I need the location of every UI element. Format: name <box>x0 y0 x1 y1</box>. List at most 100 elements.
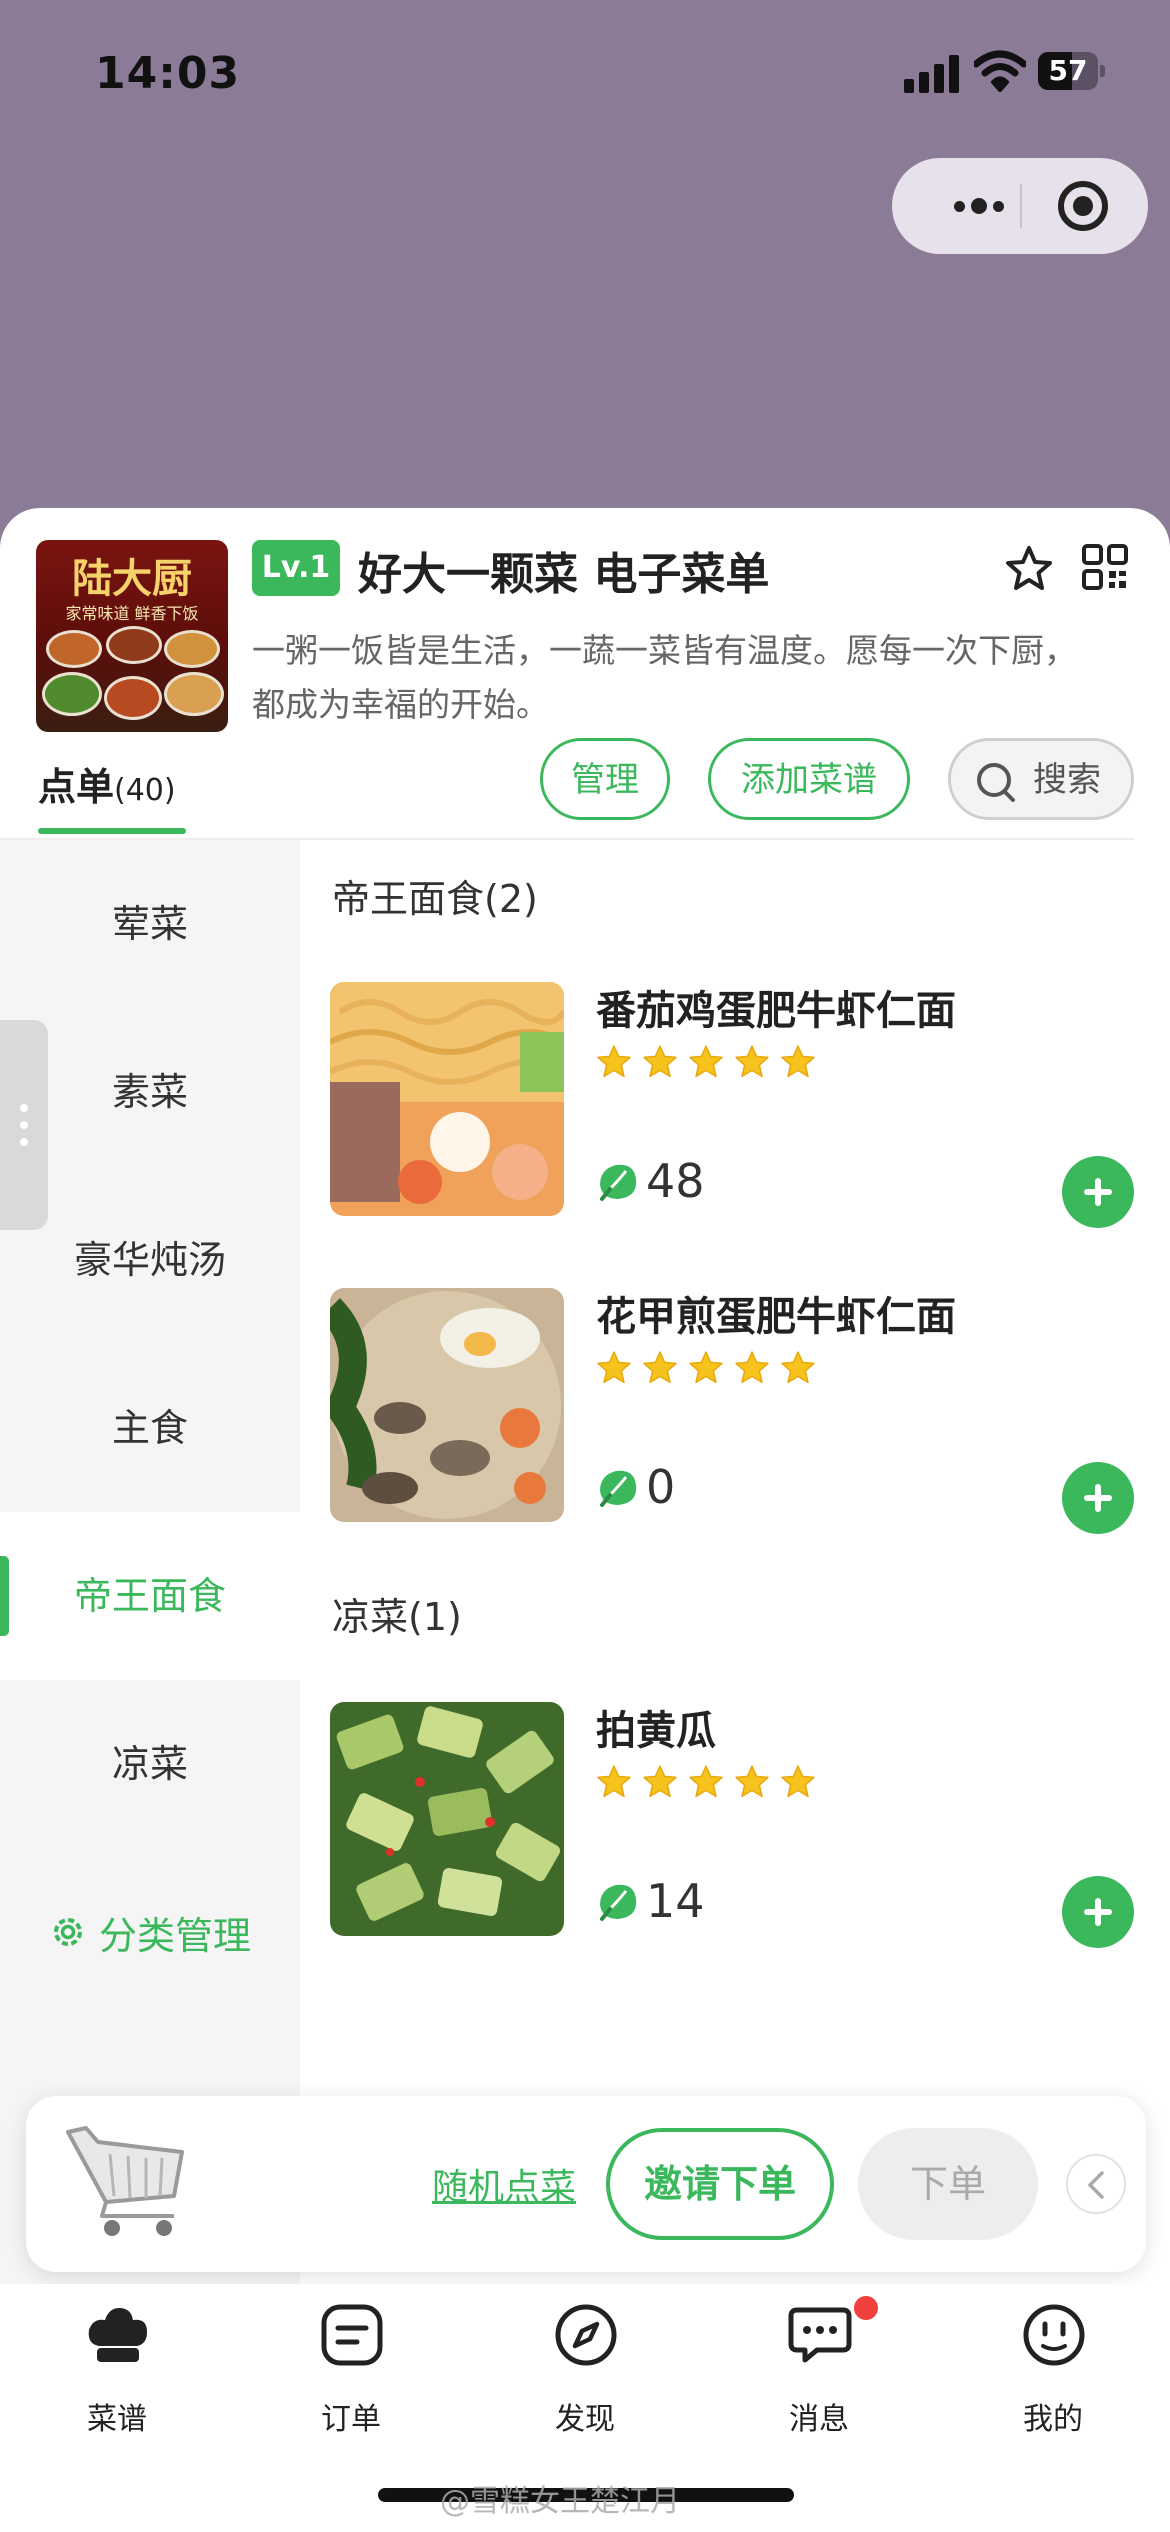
dish-rating <box>596 1350 816 1386</box>
shop-name: 好大一颗菜 电子菜单 <box>358 549 770 600</box>
tab-order-count: (40) <box>114 773 176 808</box>
add-recipe-button[interactable]: 添加菜谱 <box>708 738 910 820</box>
shop-cover-image: 陆大厨 家常味道 鲜香下饭 <box>36 540 228 732</box>
miniprogram-capsule <box>892 158 1148 254</box>
category-manage-label: 分类管理 <box>98 1913 251 1958</box>
dish-name: 番茄鸡蛋肥牛虾仁面 <box>596 988 956 1034</box>
dish-rating <box>596 1764 816 1800</box>
capsule-divider <box>1020 184 1022 228</box>
rating-star-icon <box>643 1045 677 1078</box>
battery-icon: 57 <box>1038 52 1106 90</box>
category-label: 帝王面食 <box>73 1574 226 1618</box>
profile-face-icon <box>1023 2304 1085 2366</box>
dish-name: 花甲煎蛋肥牛虾仁面 <box>596 1294 956 1340</box>
status-time: 14:03 <box>95 48 241 99</box>
rating-star-icon <box>597 1045 631 1078</box>
section-title: 帝王面食(2) <box>332 877 538 921</box>
rating-star-icon <box>735 1351 769 1384</box>
cart-bar: 随机点菜 邀请下单 下单 <box>26 2096 1146 2272</box>
category-label: 素菜 <box>111 1070 188 1114</box>
dish-image[interactable] <box>330 982 564 1216</box>
rating-star-icon <box>597 1351 631 1384</box>
category-item-staple[interactable]: 主食 <box>0 1344 300 1512</box>
veggie-icon <box>600 1884 637 1921</box>
qr-code-icon[interactable] <box>1082 544 1128 590</box>
category-item-noodles[interactable]: 帝王面食 <box>0 1512 300 1680</box>
rating-star-icon <box>689 1351 723 1384</box>
category-label: 凉菜 <box>111 1742 188 1786</box>
dish-image[interactable] <box>330 1288 564 1522</box>
nav-item-recipes[interactable]: 菜谱 <box>0 2302 234 2442</box>
search-button[interactable]: 搜索 <box>948 738 1134 820</box>
dish-rating <box>596 1044 816 1080</box>
nav-item-profile[interactable]: 我的 <box>936 2302 1170 2442</box>
tab-order[interactable]: 点单(40) <box>38 756 176 811</box>
invite-order-button[interactable]: 邀请下单 <box>606 2128 834 2240</box>
category-label: 主食 <box>111 1406 188 1450</box>
veggie-icon <box>600 1470 637 1507</box>
nav-item-discover[interactable]: 发现 <box>468 2302 702 2442</box>
dish-order-count: 48 <box>646 1154 705 1208</box>
favorite-star-icon[interactable] <box>1004 544 1054 594</box>
tab-order-label: 点单 <box>38 765 115 809</box>
dish-name: 拍黄瓜 <box>596 1708 716 1754</box>
rating-star-icon <box>781 1765 815 1798</box>
collapse-button[interactable] <box>1066 2154 1126 2214</box>
rating-star-icon <box>735 1765 769 1798</box>
compass-icon <box>555 2304 617 2366</box>
rating-star-icon <box>597 1765 631 1798</box>
chef-hat-icon <box>88 2308 147 2362</box>
nav-item-messages[interactable]: 消息 <box>702 2296 936 2442</box>
rating-star-icon <box>689 1045 723 1078</box>
category-label: 豪华炖汤 <box>73 1238 226 1282</box>
message-icon <box>788 2307 852 2363</box>
random-dish-link[interactable]: 随机点菜 <box>432 2158 576 2210</box>
gear-icon <box>53 1918 82 1946</box>
category-item-cold-dishes[interactable]: 凉菜 <box>0 1680 300 1848</box>
place-order-button[interactable]: 下单 <box>858 2128 1038 2240</box>
add-dish-button[interactable] <box>1062 1462 1134 1534</box>
status-bar: 14:03 57 <box>0 0 1170 150</box>
dish-order-count: 14 <box>646 1874 705 1928</box>
notification-badge <box>854 2296 878 2320</box>
close-miniprogram-button[interactable] <box>1058 181 1108 231</box>
shopping-cart-icon[interactable] <box>62 2118 192 2242</box>
nav-label: 消息 <box>789 2402 849 2437</box>
wifi-icon <box>974 50 1026 92</box>
category-active-indicator <box>0 1556 9 1636</box>
cover-title: 陆大厨 <box>72 555 192 602</box>
category-label: 荤菜 <box>111 902 188 946</box>
weibo-watermark: @雪糕女王楚江月 <box>440 2484 680 2519</box>
cover-subtitle: 家常味道 鲜香下饭 <box>65 604 199 623</box>
order-list-icon <box>321 2304 383 2366</box>
category-manage-button[interactable]: 分类管理 <box>0 1848 300 2016</box>
drag-handle[interactable] <box>0 1020 48 1230</box>
rating-star-icon <box>643 1351 677 1384</box>
more-options-button[interactable] <box>924 158 1034 254</box>
search-label: 搜索 <box>1033 760 1101 800</box>
add-dish-button[interactable] <box>1062 1156 1134 1228</box>
manage-button[interactable]: 管理 <box>540 738 670 820</box>
tab-active-underline <box>38 828 186 834</box>
nav-item-orders[interactable]: 订单 <box>234 2302 468 2442</box>
section-title: 凉菜(1) <box>332 1595 462 1639</box>
chevron-left-icon <box>1088 2171 1104 2199</box>
nav-label: 菜谱 <box>87 2402 147 2437</box>
category-item-meat[interactable]: 荤菜 <box>0 840 300 1008</box>
rating-star-icon <box>781 1351 815 1384</box>
dish-image[interactable] <box>330 1702 564 1936</box>
shop-slogan: 一粥一饭皆是生活，一蔬一菜皆有温度。愿每一次下厨，都成为幸福的开始。 <box>252 631 1077 724</box>
nav-label: 发现 <box>555 2402 615 2437</box>
nav-label: 订单 <box>321 2402 381 2437</box>
rating-star-icon <box>735 1045 769 1078</box>
dish-order-count: 0 <box>646 1460 676 1514</box>
battery-level: 57 <box>1048 54 1088 87</box>
cellular-signal-icon <box>904 55 960 93</box>
rating-star-icon <box>781 1045 815 1078</box>
veggie-icon <box>600 1164 637 1201</box>
search-icon <box>977 763 1015 802</box>
rating-star-icon <box>643 1765 677 1798</box>
add-dish-button[interactable] <box>1062 1876 1134 1948</box>
nav-label: 我的 <box>1023 2402 1083 2437</box>
rating-star-icon <box>689 1765 723 1798</box>
